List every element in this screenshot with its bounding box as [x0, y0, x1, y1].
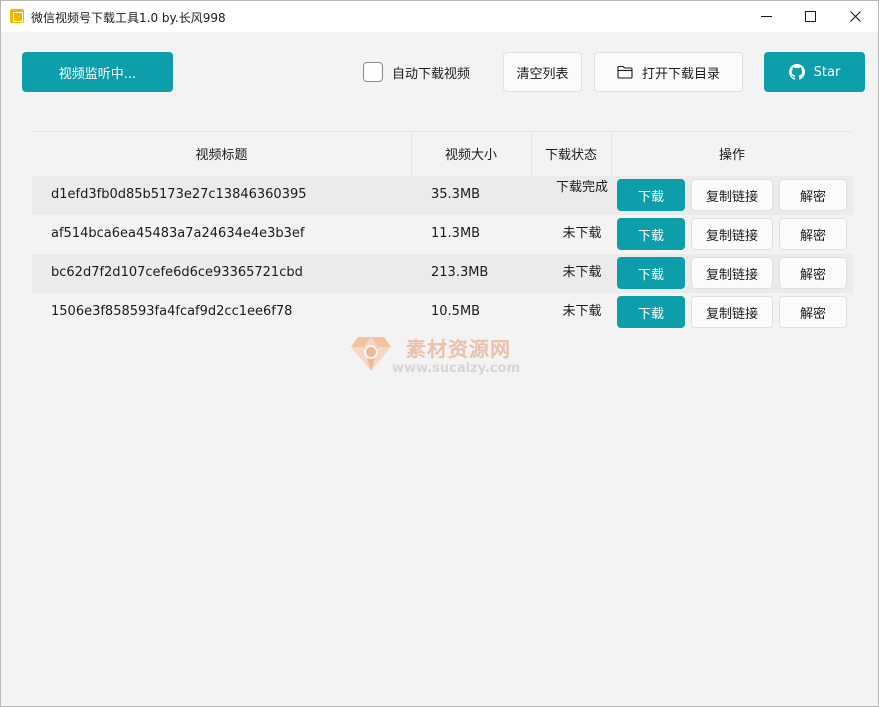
minimize-button[interactable]	[743, 1, 789, 32]
open-download-dir-button[interactable]: 打开下载目录	[594, 52, 743, 92]
table-row: d1efd3fb0d85b5173e27c13846360395 35.3MB …	[32, 176, 853, 215]
minimize-icon	[760, 16, 772, 17]
video-size: 11.3MB	[431, 226, 481, 241]
video-title: bc62d7f2d107cefe6d6ce93365721cbd	[51, 265, 303, 280]
table-row: bc62d7f2d107cefe6d6ce93365721cbd 213.3MB…	[32, 254, 853, 293]
copy-link-button[interactable]: 复制链接	[691, 296, 773, 328]
auto-download-label: 自动下载视频	[392, 66, 471, 82]
header-actions: 操作	[718, 148, 745, 163]
open-download-dir-label: 打开下载目录	[641, 66, 720, 82]
table-row: 1506e3f858593fa4fcaf9d2cc1ee6f78 10.5MB …	[32, 293, 853, 332]
app-window: 微信视频号下载工具1.0 by.长风998 视频监听中... 自动下载视频 清空…	[0, 0, 879, 707]
decrypt-button[interactable]: 解密	[779, 179, 847, 211]
decrypt-button[interactable]: 解密	[779, 296, 847, 328]
auto-download-checkbox[interactable]	[363, 62, 383, 82]
video-title: 1506e3f858593fa4fcaf9d2cc1ee6f78	[51, 304, 293, 319]
app-icon	[10, 9, 24, 23]
video-size: 213.3MB	[431, 265, 489, 280]
monitor-button[interactable]: 视频监听中...	[22, 52, 173, 92]
close-icon	[849, 11, 861, 22]
download-button[interactable]: 下载	[617, 257, 685, 289]
github-icon	[788, 64, 805, 80]
copy-link-button[interactable]: 复制链接	[691, 257, 773, 289]
video-size: 35.3MB	[431, 187, 481, 202]
github-star-label: Star	[813, 64, 841, 80]
watermark-name: 素材资源网	[406, 337, 511, 361]
video-title: d1efd3fb0d85b5173e27c13846360395	[51, 187, 307, 202]
maximize-button[interactable]	[787, 1, 833, 32]
download-button[interactable]: 下载	[617, 296, 685, 328]
download-status: 下载完成	[555, 180, 608, 195]
watermark: 素材资源网 www.sucaizy.com	[350, 331, 540, 381]
table-row: af514bca6ea45483a7a24634e4e3b3ef 11.3MB …	[32, 215, 853, 254]
diamond-logo-icon	[351, 337, 391, 371]
download-button[interactable]: 下载	[617, 179, 685, 211]
header-title: 视频标题	[195, 148, 248, 163]
decrypt-button[interactable]: 解密	[779, 218, 847, 250]
maximize-icon	[804, 11, 816, 22]
header-size: 视频大小	[444, 148, 497, 163]
copy-link-button[interactable]: 复制链接	[691, 179, 773, 211]
github-star-button[interactable]: Star	[764, 52, 865, 92]
header-status: 下载状态	[544, 148, 597, 163]
download-status: 未下载	[562, 265, 602, 280]
table-header: 视频标题 视频大小 下载状态 操作	[32, 131, 853, 175]
decrypt-button[interactable]: 解密	[779, 257, 847, 289]
video-title: af514bca6ea45483a7a24634e4e3b3ef	[51, 226, 305, 241]
video-table: 视频标题 视频大小 下载状态 操作 d1efd3fb0d85b5173e27c1…	[32, 131, 853, 328]
copy-link-button[interactable]: 复制链接	[691, 218, 773, 250]
auto-download-toggle[interactable]: 自动下载视频	[363, 62, 470, 82]
watermark-url: www.sucaizy.com	[392, 361, 521, 376]
clear-list-button[interactable]: 清空列表	[503, 52, 582, 92]
download-status: 未下载	[562, 304, 602, 319]
close-button[interactable]	[832, 1, 878, 32]
window-title: 微信视频号下载工具1.0 by.长风998	[31, 11, 226, 25]
title-bar: 微信视频号下载工具1.0 by.长风998	[1, 1, 878, 32]
video-size: 10.5MB	[431, 304, 481, 319]
folder-icon	[617, 65, 633, 79]
download-button[interactable]: 下载	[617, 218, 685, 250]
download-status: 未下载	[562, 226, 602, 241]
